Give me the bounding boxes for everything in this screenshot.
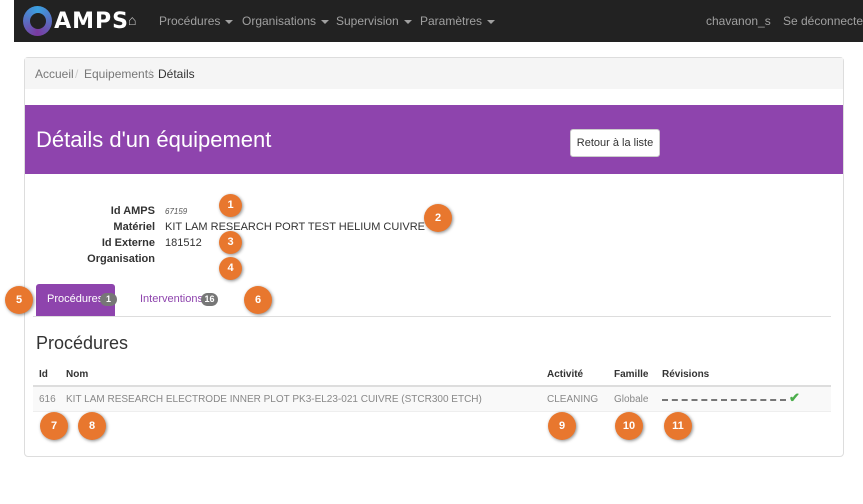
detail-label-organisation: Organisation [87, 253, 155, 265]
cell-activity: CLEANING [547, 394, 599, 405]
column-header-id[interactable]: Id [39, 369, 48, 380]
annotation-marker-5: 5 [5, 286, 33, 314]
breadcrumb-separator: / [148, 67, 152, 81]
column-header-name[interactable]: Nom [66, 369, 88, 380]
caret-down-icon [225, 19, 234, 24]
annotation-marker-3: 3 [219, 231, 242, 254]
nav-supervision[interactable]: Supervision [336, 14, 412, 28]
section-title: Procédures [36, 333, 129, 353]
nav-procedures-label: Procédures [159, 14, 221, 28]
annotation-marker-9: 9 [548, 412, 576, 440]
nav-parametres[interactable]: Paramètres [420, 14, 496, 28]
navbar: AMPS ⌂ Procédures Organisations Supervis… [14, 0, 863, 42]
nav-organisations[interactable]: Organisations [242, 14, 330, 28]
nav-procedures[interactable]: Procédures [159, 14, 234, 28]
caret-down-icon [321, 19, 330, 24]
breadcrumb-current: Détails [158, 67, 195, 81]
nav-supervision-label: Supervision [336, 14, 399, 28]
cell-id: 616 [39, 394, 56, 405]
detail-value-id-externe: 181512 [165, 237, 202, 249]
nav-user[interactable]: chavanon_s [706, 14, 771, 28]
tab-interventions-label: Interventions [140, 293, 203, 305]
caret-down-icon [403, 19, 412, 24]
detail-label-materiel: Matériel [113, 221, 155, 233]
detail-value-materiel: KIT LAM RESEARCH PORT TEST HELIUM CUIVRE [165, 221, 425, 233]
cell-family: Globale [614, 394, 649, 405]
tabs-divider [33, 316, 831, 317]
annotation-marker-7: 7 [40, 412, 68, 440]
annotation-marker-2: 2 [424, 204, 452, 232]
annotation-marker-4: 4 [219, 257, 242, 280]
annotation-marker-6: 6 [244, 286, 272, 314]
page-title: Détails d'un équipement [36, 127, 272, 152]
check-icon: ✔ [789, 390, 800, 405]
page-header: Détails d'un équipement Retour à la list… [25, 105, 843, 174]
back-to-list-button[interactable]: Retour à la liste [570, 129, 660, 157]
breadcrumb: Accueil / Equipements / Détails [25, 58, 843, 89]
nav-parametres-label: Paramètres [420, 14, 483, 28]
cell-name[interactable]: KIT LAM RESEARCH ELECTRODE INNER PLOT PK… [66, 394, 482, 405]
annotation-marker-10: 10 [615, 412, 643, 440]
logo-text: AMPS [54, 8, 129, 34]
breadcrumb-home[interactable]: Accueil [35, 67, 74, 81]
detail-label-id-externe: Id Externe [101, 237, 155, 249]
caret-down-icon [487, 19, 496, 24]
column-header-activity[interactable]: Activité [547, 369, 583, 380]
tab-procedures-label: Procédures [47, 293, 104, 305]
detail-value-id-amps: 67159 [165, 207, 188, 216]
amps-logo[interactable]: AMPS [23, 5, 129, 37]
tab-procedures[interactable]: Procédures 1 [36, 284, 117, 316]
annotation-marker-1: 1 [219, 194, 242, 217]
breadcrumb-equipements[interactable]: Equipements [84, 67, 154, 81]
logo-icon [23, 6, 53, 36]
tab-procedures-count-badge: 1 [100, 293, 117, 306]
breadcrumb-separator: / [75, 67, 79, 81]
home-icon[interactable]: ⌂ [128, 12, 136, 28]
logout-link[interactable]: Se déconnecter [783, 14, 863, 28]
column-header-family[interactable]: Famille [614, 369, 648, 380]
column-header-revisions[interactable]: Révisions [662, 369, 709, 380]
main-panel: Accueil / Equipements / Détails Détails … [24, 57, 844, 457]
annotation-marker-11: 11 [664, 412, 692, 440]
detail-label-id-amps: Id AMPS [110, 205, 155, 217]
annotation-marker-8: 8 [78, 412, 106, 440]
revisions-timeline [662, 399, 786, 401]
nav-organisations-label: Organisations [242, 14, 317, 28]
tab-interventions-count-badge: 16 [201, 293, 218, 306]
